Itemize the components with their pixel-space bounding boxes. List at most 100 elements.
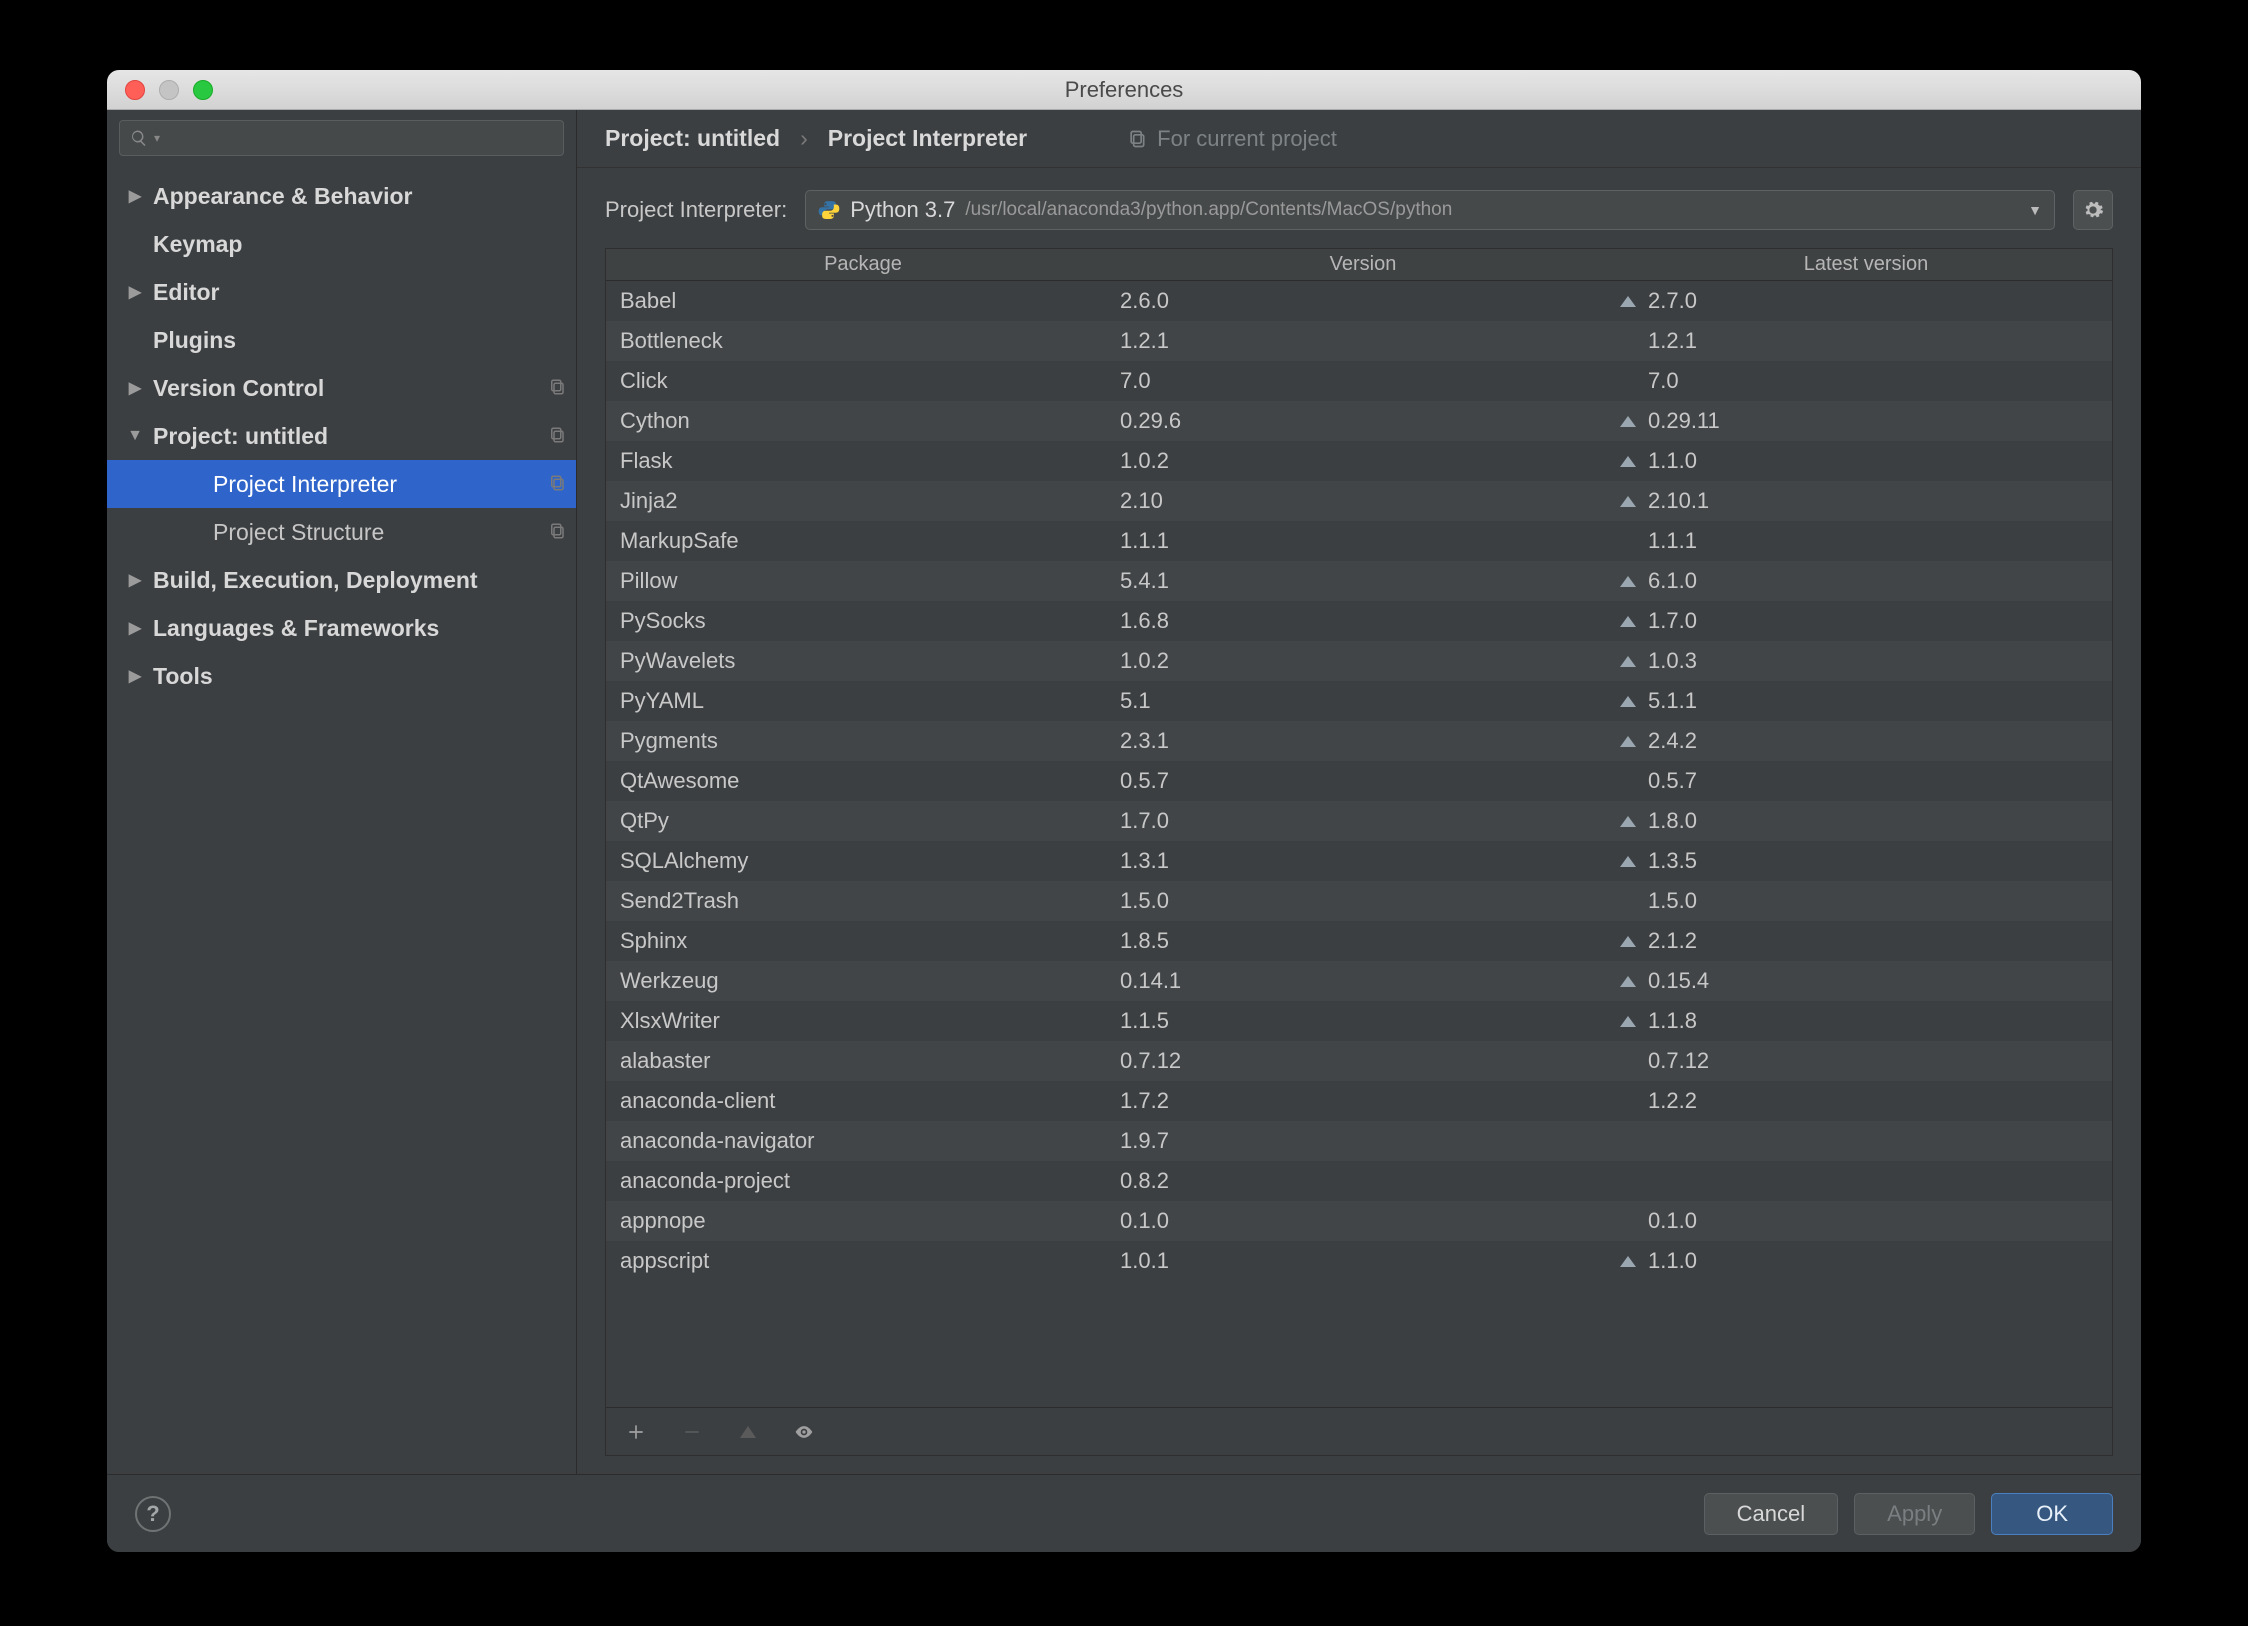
cell-package: Click (606, 368, 1106, 394)
table-row[interactable]: Flask1.0.21.1.0 (606, 441, 2112, 481)
remove-package-button[interactable] (680, 1420, 704, 1444)
table-row[interactable]: alabaster0.7.120.7.12 (606, 1041, 2112, 1081)
sidebar-item[interactable]: ▶Build, Execution, Deployment (107, 556, 576, 604)
cancel-button[interactable]: Cancel (1704, 1493, 1838, 1535)
table-row[interactable]: Sphinx1.8.52.1.2 (606, 921, 2112, 961)
breadcrumb-page: Project Interpreter (828, 125, 1027, 152)
table-row[interactable]: PySocks1.6.81.7.0 (606, 601, 2112, 641)
ok-button[interactable]: OK (1991, 1493, 2113, 1535)
table-row[interactable]: PyWavelets1.0.21.0.3 (606, 641, 2112, 681)
table-row[interactable]: Werkzeug0.14.10.15.4 (606, 961, 2112, 1001)
upgrade-available-icon (1620, 1256, 1636, 1267)
sidebar-item[interactable]: Plugins (107, 316, 576, 364)
interpreter-path: /usr/local/anaconda3/python.app/Contents… (965, 199, 1452, 221)
cell-latest: 1.1.0 (1606, 448, 2112, 474)
table-row[interactable]: QtAwesome0.5.70.5.7 (606, 761, 2112, 801)
cell-version: 0.5.7 (1106, 768, 1606, 794)
cell-version: 1.0.1 (1106, 1248, 1606, 1274)
sidebar-item[interactable]: ▶Version Control (107, 364, 576, 412)
search-input[interactable]: ▾ (119, 120, 564, 156)
cell-package: Pillow (606, 568, 1106, 594)
table-row[interactable]: appnope0.1.00.1.0 (606, 1201, 2112, 1241)
table-row[interactable]: SQLAlchemy1.3.11.3.5 (606, 841, 2112, 881)
eye-icon (794, 1422, 814, 1442)
cell-version: 1.8.5 (1106, 928, 1606, 954)
table-row[interactable]: XlsxWriter1.1.51.1.8 (606, 1001, 2112, 1041)
table-row[interactable]: Babel2.6.02.7.0 (606, 281, 2112, 321)
window-title: Preferences (107, 77, 2141, 103)
table-row[interactable]: anaconda-project0.8.2 (606, 1161, 2112, 1201)
upgrade-available-icon (1620, 936, 1636, 947)
table-row[interactable]: Send2Trash1.5.01.5.0 (606, 881, 2112, 921)
show-early-releases-button[interactable] (792, 1420, 816, 1444)
tree-arrow-icon: ▶ (125, 186, 145, 206)
sidebar-item[interactable]: Keymap (107, 220, 576, 268)
interpreter-version: Python 3.7 (850, 197, 955, 223)
cell-package: anaconda-project (606, 1168, 1106, 1194)
sidebar-item[interactable]: ▼Project: untitled (107, 412, 576, 460)
interpreter-select[interactable]: Python 3.7 /usr/local/anaconda3/python.a… (805, 190, 2055, 230)
sidebar-item[interactable]: Project Structure (107, 508, 576, 556)
table-row[interactable]: anaconda-navigator1.9.7 (606, 1121, 2112, 1161)
table-row[interactable]: PyYAML5.15.1.1 (606, 681, 2112, 721)
upgrade-available-icon (1620, 976, 1636, 987)
upgrade-available-icon (1620, 1016, 1636, 1027)
cell-package: QtAwesome (606, 768, 1106, 794)
table-row[interactable]: anaconda-client1.7.21.2.2 (606, 1081, 2112, 1121)
interpreter-settings-button[interactable] (2073, 190, 2113, 230)
breadcrumb-project: Project: untitled (605, 125, 780, 152)
cell-version: 1.0.2 (1106, 448, 1606, 474)
table-row[interactable]: Pygments2.3.12.4.2 (606, 721, 2112, 761)
table-row[interactable]: Click7.07.0 (606, 361, 2112, 401)
sidebar-item[interactable]: Project Interpreter (107, 460, 576, 508)
cell-latest: 1.1.1 (1606, 528, 2112, 554)
sidebar-item[interactable]: ▶Editor (107, 268, 576, 316)
table-row[interactable]: Bottleneck1.2.11.2.1 (606, 321, 2112, 361)
cell-package: anaconda-navigator (606, 1128, 1106, 1154)
cell-latest: 1.0.3 (1606, 648, 2112, 674)
sidebar-item[interactable]: ▶Appearance & Behavior (107, 172, 576, 220)
cell-latest: 1.7.0 (1606, 608, 2112, 634)
upgrade-available-icon (1620, 656, 1636, 667)
preferences-window: Preferences ▾ ▶Appearance & BehaviorKeym… (107, 70, 2141, 1552)
cell-package: Flask (606, 448, 1106, 474)
upgrade-available-icon (1620, 576, 1636, 587)
sidebar: ▾ ▶Appearance & BehaviorKeymap▶EditorPlu… (107, 110, 577, 1474)
table-row[interactable]: Cython0.29.60.29.11 (606, 401, 2112, 441)
cell-version: 7.0 (1106, 368, 1606, 394)
col-package[interactable]: Package (606, 253, 1106, 276)
cell-latest: 0.1.0 (1606, 1208, 2112, 1234)
cell-package: alabaster (606, 1048, 1106, 1074)
cell-version: 0.1.0 (1106, 1208, 1606, 1234)
tree-arrow-icon: ▶ (125, 666, 145, 686)
project-scope-icon (548, 471, 566, 498)
cell-package: PyYAML (606, 688, 1106, 714)
scope-hint: For current project (1127, 126, 1337, 152)
col-latest[interactable]: Latest version (1606, 253, 2112, 276)
cell-latest: 1.1.8 (1606, 1008, 2112, 1034)
cell-latest: 1.1.0 (1606, 1248, 2112, 1274)
cell-package: PySocks (606, 608, 1106, 634)
sidebar-item[interactable]: ▶Tools (107, 652, 576, 700)
upgrade-available-icon (1620, 296, 1636, 307)
table-body[interactable]: Babel2.6.02.7.0Bottleneck1.2.11.2.1Click… (606, 281, 2112, 1407)
table-row[interactable]: MarkupSafe1.1.11.1.1 (606, 521, 2112, 561)
help-button[interactable]: ? (135, 1496, 171, 1532)
cell-latest: 1.8.0 (1606, 808, 2112, 834)
upgrade-package-button[interactable] (736, 1420, 760, 1444)
upgrade-available-icon (1620, 856, 1636, 867)
table-row[interactable]: Jinja22.102.10.1 (606, 481, 2112, 521)
cell-version: 1.7.0 (1106, 808, 1606, 834)
col-version[interactable]: Version (1106, 253, 1606, 276)
cell-version: 1.2.1 (1106, 328, 1606, 354)
table-row[interactable]: Pillow5.4.16.1.0 (606, 561, 2112, 601)
cell-latest: 0.7.12 (1606, 1048, 2112, 1074)
apply-button[interactable]: Apply (1854, 1493, 1975, 1535)
sidebar-item-label: Editor (153, 279, 219, 306)
copy-icon (1127, 129, 1147, 149)
table-row[interactable]: QtPy1.7.01.8.0 (606, 801, 2112, 841)
add-package-button[interactable] (624, 1420, 648, 1444)
table-row[interactable]: appscript1.0.11.1.0 (606, 1241, 2112, 1281)
sidebar-item[interactable]: ▶Languages & Frameworks (107, 604, 576, 652)
settings-tree: ▶Appearance & BehaviorKeymap▶EditorPlugi… (107, 166, 576, 700)
